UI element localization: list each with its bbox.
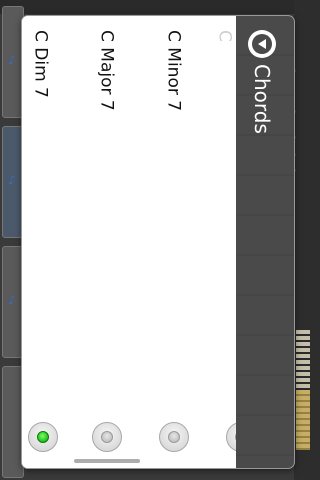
chevron-circle-icon (248, 30, 276, 58)
background-tile: ♪ (2, 246, 24, 358)
chord-option-label: C (214, 30, 235, 42)
chord-option-c[interactable]: C (208, 16, 256, 468)
note-icon: ♪ (8, 53, 16, 67)
chords-dialog: C Dim 7 C Major 7 C Minor 7 C Chords (22, 16, 294, 468)
background-tile (2, 366, 24, 478)
status-bar (0, 0, 320, 14)
note-icon: ♪ (8, 293, 16, 307)
chord-option-label: C Minor 7 (163, 30, 184, 112)
chord-option-label: C Major 7 (96, 30, 117, 111)
background-tile: ♪ (2, 6, 24, 118)
note-icon: ♪ (8, 173, 16, 187)
scroll-indicator (74, 459, 140, 463)
dialog-title-bar: Chords (236, 16, 294, 468)
chord-option-c-minor-7[interactable]: C Minor 7 (141, 16, 209, 468)
background-tile: ♪ (2, 126, 24, 238)
chord-option-c-major-7[interactable]: C Major 7 (74, 16, 142, 468)
radio-button[interactable] (92, 422, 122, 452)
dialog-title: Chords (250, 64, 274, 134)
chord-option-c-dim-7[interactable]: C Dim 7 (22, 16, 75, 468)
chord-options-list: C Dim 7 C Major 7 C Minor 7 C (22, 16, 256, 468)
radio-button[interactable] (159, 422, 189, 452)
radio-button-selected[interactable] (28, 422, 58, 452)
chord-option-label: C Dim 7 (30, 30, 51, 98)
background-accent (296, 390, 310, 450)
